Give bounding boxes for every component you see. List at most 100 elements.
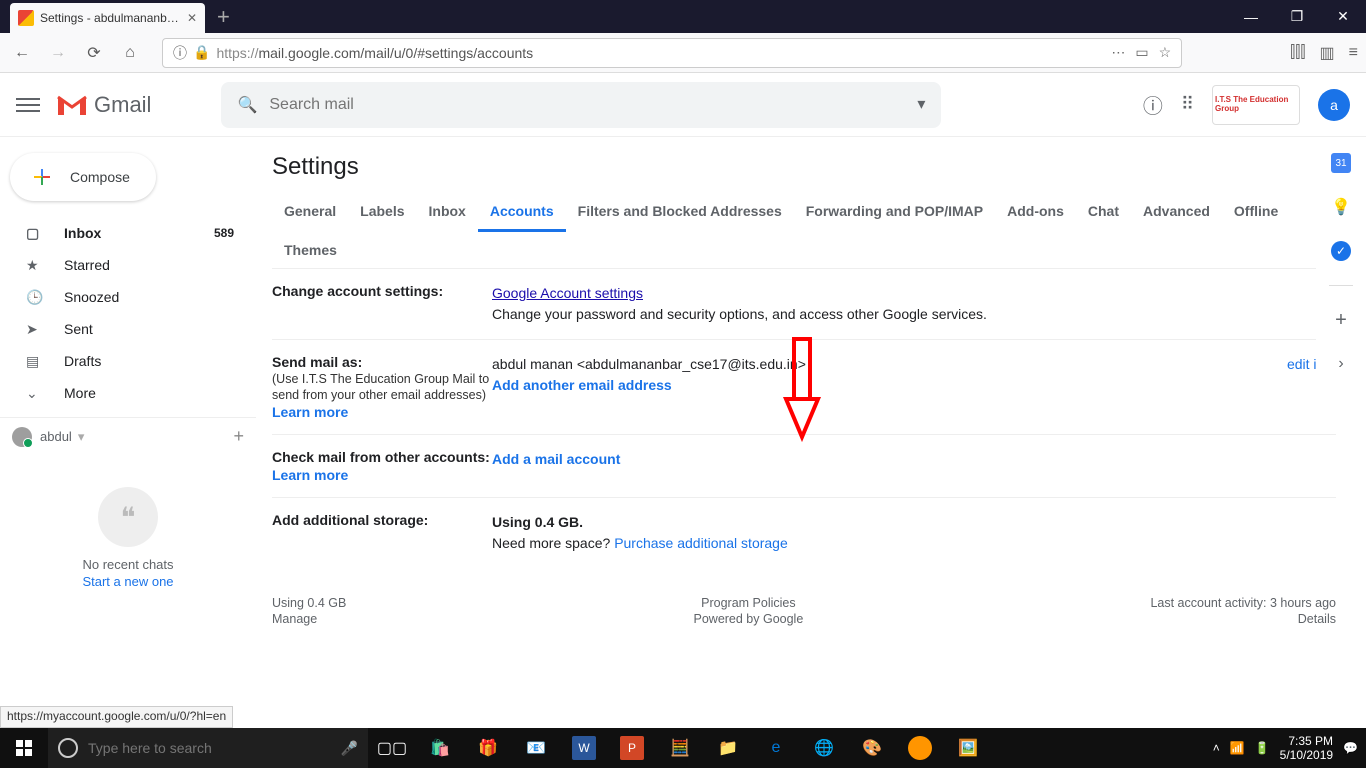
tab-inbox[interactable]: Inbox [417,193,478,232]
notifications-icon[interactable]: 💬 [1343,741,1358,755]
sidebar-item-sent[interactable]: ➤ Sent [0,313,256,345]
info-icon[interactable]: ⓘ [173,43,187,63]
system-tray: ˄ 📶 🔋 7:35 PM 5/10/2019 💬 [1213,734,1366,763]
google-account-settings-link[interactable]: Google Account settings [492,285,643,301]
taskbar-search-input[interactable] [88,740,341,756]
back-button[interactable]: ← [8,39,36,67]
wifi-icon[interactable]: 📶 [1230,741,1245,755]
policies-link[interactable]: Program Policies [701,596,795,610]
cortana-icon[interactable] [58,738,78,758]
battery-icon[interactable]: 🔋 [1255,741,1270,755]
library-icon[interactable]: ⫿⫿⫿ [1290,44,1305,62]
home-button[interactable]: ⌂ [116,39,144,67]
purchase-storage-link[interactable]: Purchase additional storage [614,535,788,551]
add-mail-account-link[interactable]: Add a mail account [492,451,620,467]
reload-button[interactable]: ⟳ [80,39,108,67]
search-icon[interactable]: 🔍 [237,95,257,115]
new-tab-button[interactable]: + [217,4,230,30]
learn-more-link[interactable]: Learn more [272,404,492,420]
row-send-mail-as: Send mail as: (Use I.T.S The Education G… [272,340,1336,435]
search-box[interactable]: 🔍 ▾ [221,82,941,128]
maximize-button[interactable]: ❐ [1274,0,1320,33]
paint-icon[interactable]: 🎨 [848,728,896,768]
forward-button[interactable]: → [44,39,72,67]
side-panel: 31 💡 ✓ + › [1316,137,1366,384]
windows-taskbar: 🎤 ▢▢ 🛍️ 🎁 📧 W P 🧮 📁 e 🌐 🎨 🖼️ ˄ 📶 🔋 7:35 … [0,728,1366,768]
tab-filters-and-blocked-addresses[interactable]: Filters and Blocked Addresses [566,193,794,232]
row-label: Check mail from other accounts: [272,449,490,465]
start-button[interactable] [0,728,48,768]
minimize-button[interactable]: — [1228,0,1274,33]
chrome-icon[interactable]: 🌐 [800,728,848,768]
sidebar-item-snoozed[interactable]: 🕒 Snoozed [0,281,256,313]
get-addons-icon[interactable]: + [1331,310,1351,330]
edge-icon[interactable]: e [752,728,800,768]
hamburger-icon[interactable]: ≡ [1349,44,1358,62]
calendar-addon-icon[interactable]: 31 [1331,153,1351,173]
store-icon[interactable]: 🛍️ [416,728,464,768]
sidebar-item-starred[interactable]: ★ Starred [0,249,256,281]
storage-usage: Using 0.4 GB. [492,514,583,530]
calculator-icon[interactable]: 🧮 [656,728,704,768]
tab-general[interactable]: General [272,193,348,232]
mic-icon[interactable]: 🎤 [341,740,358,757]
tab-accounts[interactable]: Accounts [478,193,566,232]
main-menu-button[interactable] [16,93,40,117]
explorer-icon[interactable]: 📁 [704,728,752,768]
powerpoint-icon[interactable]: P [620,736,644,760]
tab-labels[interactable]: Labels [348,193,416,232]
browser-tab[interactable]: Settings - abdulmananbar_cse1 ✕ [10,3,205,33]
word-icon[interactable]: W [572,736,596,760]
tasks-addon-icon[interactable]: ✓ [1331,241,1351,261]
new-chat-button[interactable]: + [233,426,244,447]
sidebar-icon[interactable]: ▥ [1320,43,1335,63]
compose-button[interactable]: Compose [10,153,156,201]
clock[interactable]: 7:35 PM 5/10/2019 [1280,734,1333,763]
taskbar-search[interactable]: 🎤 [48,728,368,768]
inbox-icon: ▢ [26,225,46,242]
tab-themes[interactable]: Themes [272,232,349,268]
firefox-icon[interactable] [908,736,932,760]
org-logo: I.T.S The Education Group [1212,85,1300,125]
start-chat-link[interactable]: Start a new one [12,574,244,589]
task-view-icon[interactable]: ▢▢ [368,728,416,768]
search-options-icon[interactable]: ▾ [917,94,925,114]
learn-more-link[interactable]: Learn more [272,467,492,483]
gmail-logo[interactable]: Gmail [56,92,151,118]
account-avatar[interactable]: a [1318,89,1350,121]
keep-addon-icon[interactable]: 💡 [1331,197,1351,217]
help-icon[interactable]: ⓘ [1143,90,1163,119]
tab-offline[interactable]: Offline [1222,193,1290,232]
add-email-link[interactable]: Add another email address [492,377,672,393]
app-icon[interactable]: 🎁 [464,728,512,768]
close-window-button[interactable]: ✕ [1320,0,1366,33]
sidebar-item-label: Inbox [64,225,101,241]
bookmark-icon[interactable]: ☆ [1159,44,1172,61]
chevron-down-icon[interactable]: ▾ [78,429,85,445]
sidebar-item-inbox[interactable]: ▢ Inbox 589 [0,217,256,249]
hide-panel-icon[interactable]: › [1331,354,1351,374]
send-as-value: abdul manan <abdulmananbar_cse17@its.edu… [492,356,806,372]
sidebar-item-more[interactable]: ⌄ More [0,377,256,409]
url-bar[interactable]: ⓘ 🔒 https://mail.google.com/mail/u/0/#se… [162,38,1182,68]
reader-icon[interactable]: ▭ [1135,44,1148,61]
hangouts-username: abdul [40,429,72,444]
manage-link[interactable]: Manage [272,612,346,626]
mail-icon[interactable]: 📧 [512,728,560,768]
photos-icon[interactable]: 🖼️ [944,728,992,768]
settings-main: Settings ⚙ GeneralLabelsInboxAccountsFil… [256,137,1366,728]
browser-tab-strip: Settings - abdulmananbar_cse1 ✕ + — ❐ ✕ [0,0,1366,33]
tab-add-ons[interactable]: Add-ons [995,193,1076,232]
hangouts-user[interactable]: abdul ▾ + [12,426,244,447]
details-link[interactable]: Details [1298,612,1336,626]
more-icon[interactable]: ⋯ [1111,44,1125,61]
tab-chat[interactable]: Chat [1076,193,1131,232]
tab-forwarding-and-pop-imap[interactable]: Forwarding and POP/IMAP [794,193,995,232]
sidebar-item-label: Starred [64,257,110,273]
tab-advanced[interactable]: Advanced [1131,193,1222,232]
apps-icon[interactable]: ⠿ [1181,94,1194,115]
sidebar-item-drafts[interactable]: ▤ Drafts [0,345,256,377]
tab-close-icon[interactable]: ✕ [187,11,197,25]
search-input[interactable] [269,96,917,114]
tray-expand-icon[interactable]: ˄ [1213,741,1220,755]
